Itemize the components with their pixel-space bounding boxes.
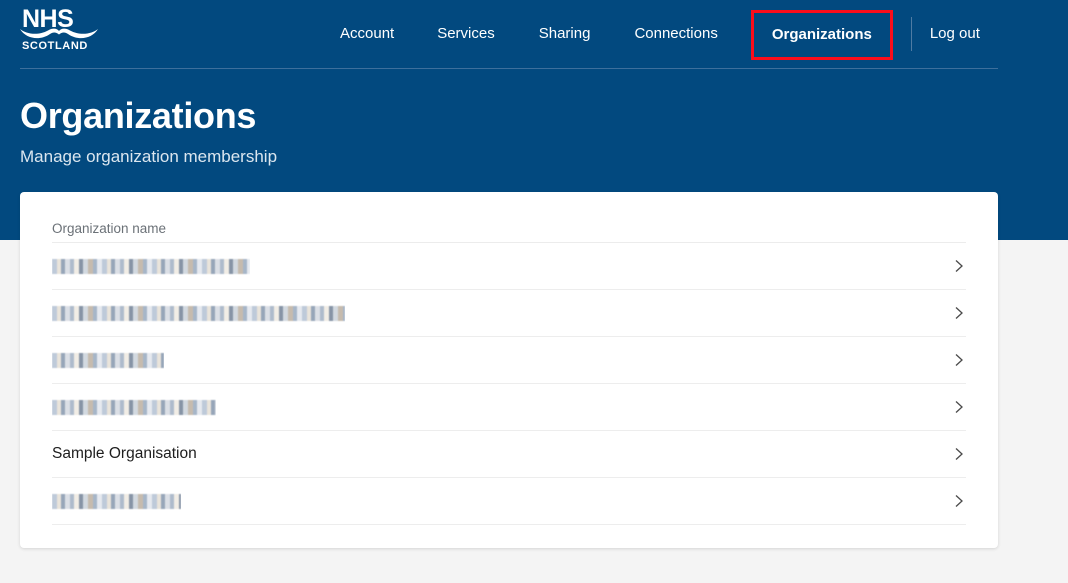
- nav-divider: [910, 17, 912, 51]
- chevron-right-icon[interactable]: [952, 353, 966, 367]
- nav-item-sharing[interactable]: Sharing: [539, 25, 591, 43]
- chevron-right-icon[interactable]: [952, 259, 966, 273]
- column-header-organization-name: Organization name: [52, 221, 167, 236]
- table-header: Organization name: [52, 220, 966, 242]
- nav-item-services[interactable]: Services: [437, 25, 495, 43]
- nav-item-connections[interactable]: Connections: [634, 25, 717, 43]
- organization-name: [52, 399, 216, 416]
- table-row[interactable]: [52, 290, 966, 337]
- chevron-right-icon[interactable]: [952, 306, 966, 320]
- table-row[interactable]: [52, 337, 966, 384]
- organizations-card: Organization name Sample Organisation: [20, 192, 998, 548]
- nav-item-organizations[interactable]: Organizations: [750, 9, 893, 60]
- organization-name: [52, 258, 250, 275]
- nav-item-log-out[interactable]: Log out: [930, 25, 980, 43]
- nhs-scotland-logo[interactable]: NHS SCOTLAND: [20, 7, 100, 55]
- table-row[interactable]: [52, 243, 966, 290]
- page-subtitle: Manage organization membership: [20, 147, 278, 166]
- organization-name: [52, 305, 345, 322]
- chevron-right-icon[interactable]: [952, 447, 966, 461]
- page-title: Organizations: [20, 95, 257, 136]
- table-row[interactable]: Sample Organisation: [52, 431, 966, 478]
- main-nav: Account Services Sharing Connections Org…: [340, 0, 980, 68]
- organizations-list: Sample Organisation: [52, 243, 966, 525]
- organization-name: [52, 493, 181, 510]
- nav-item-account[interactable]: Account: [340, 25, 394, 43]
- table-row[interactable]: [52, 478, 966, 525]
- chevron-right-icon[interactable]: [952, 494, 966, 508]
- top-navigation-bar: NHS SCOTLAND Account Services Sharing Co…: [0, 0, 1068, 68]
- table-row[interactable]: [52, 384, 966, 431]
- logo-secondary-text: SCOTLAND: [22, 40, 88, 52]
- organization-name: Sample Organisation: [52, 445, 197, 462]
- chevron-right-icon[interactable]: [952, 400, 966, 414]
- organization-name: [52, 352, 164, 369]
- header-divider: [20, 68, 998, 69]
